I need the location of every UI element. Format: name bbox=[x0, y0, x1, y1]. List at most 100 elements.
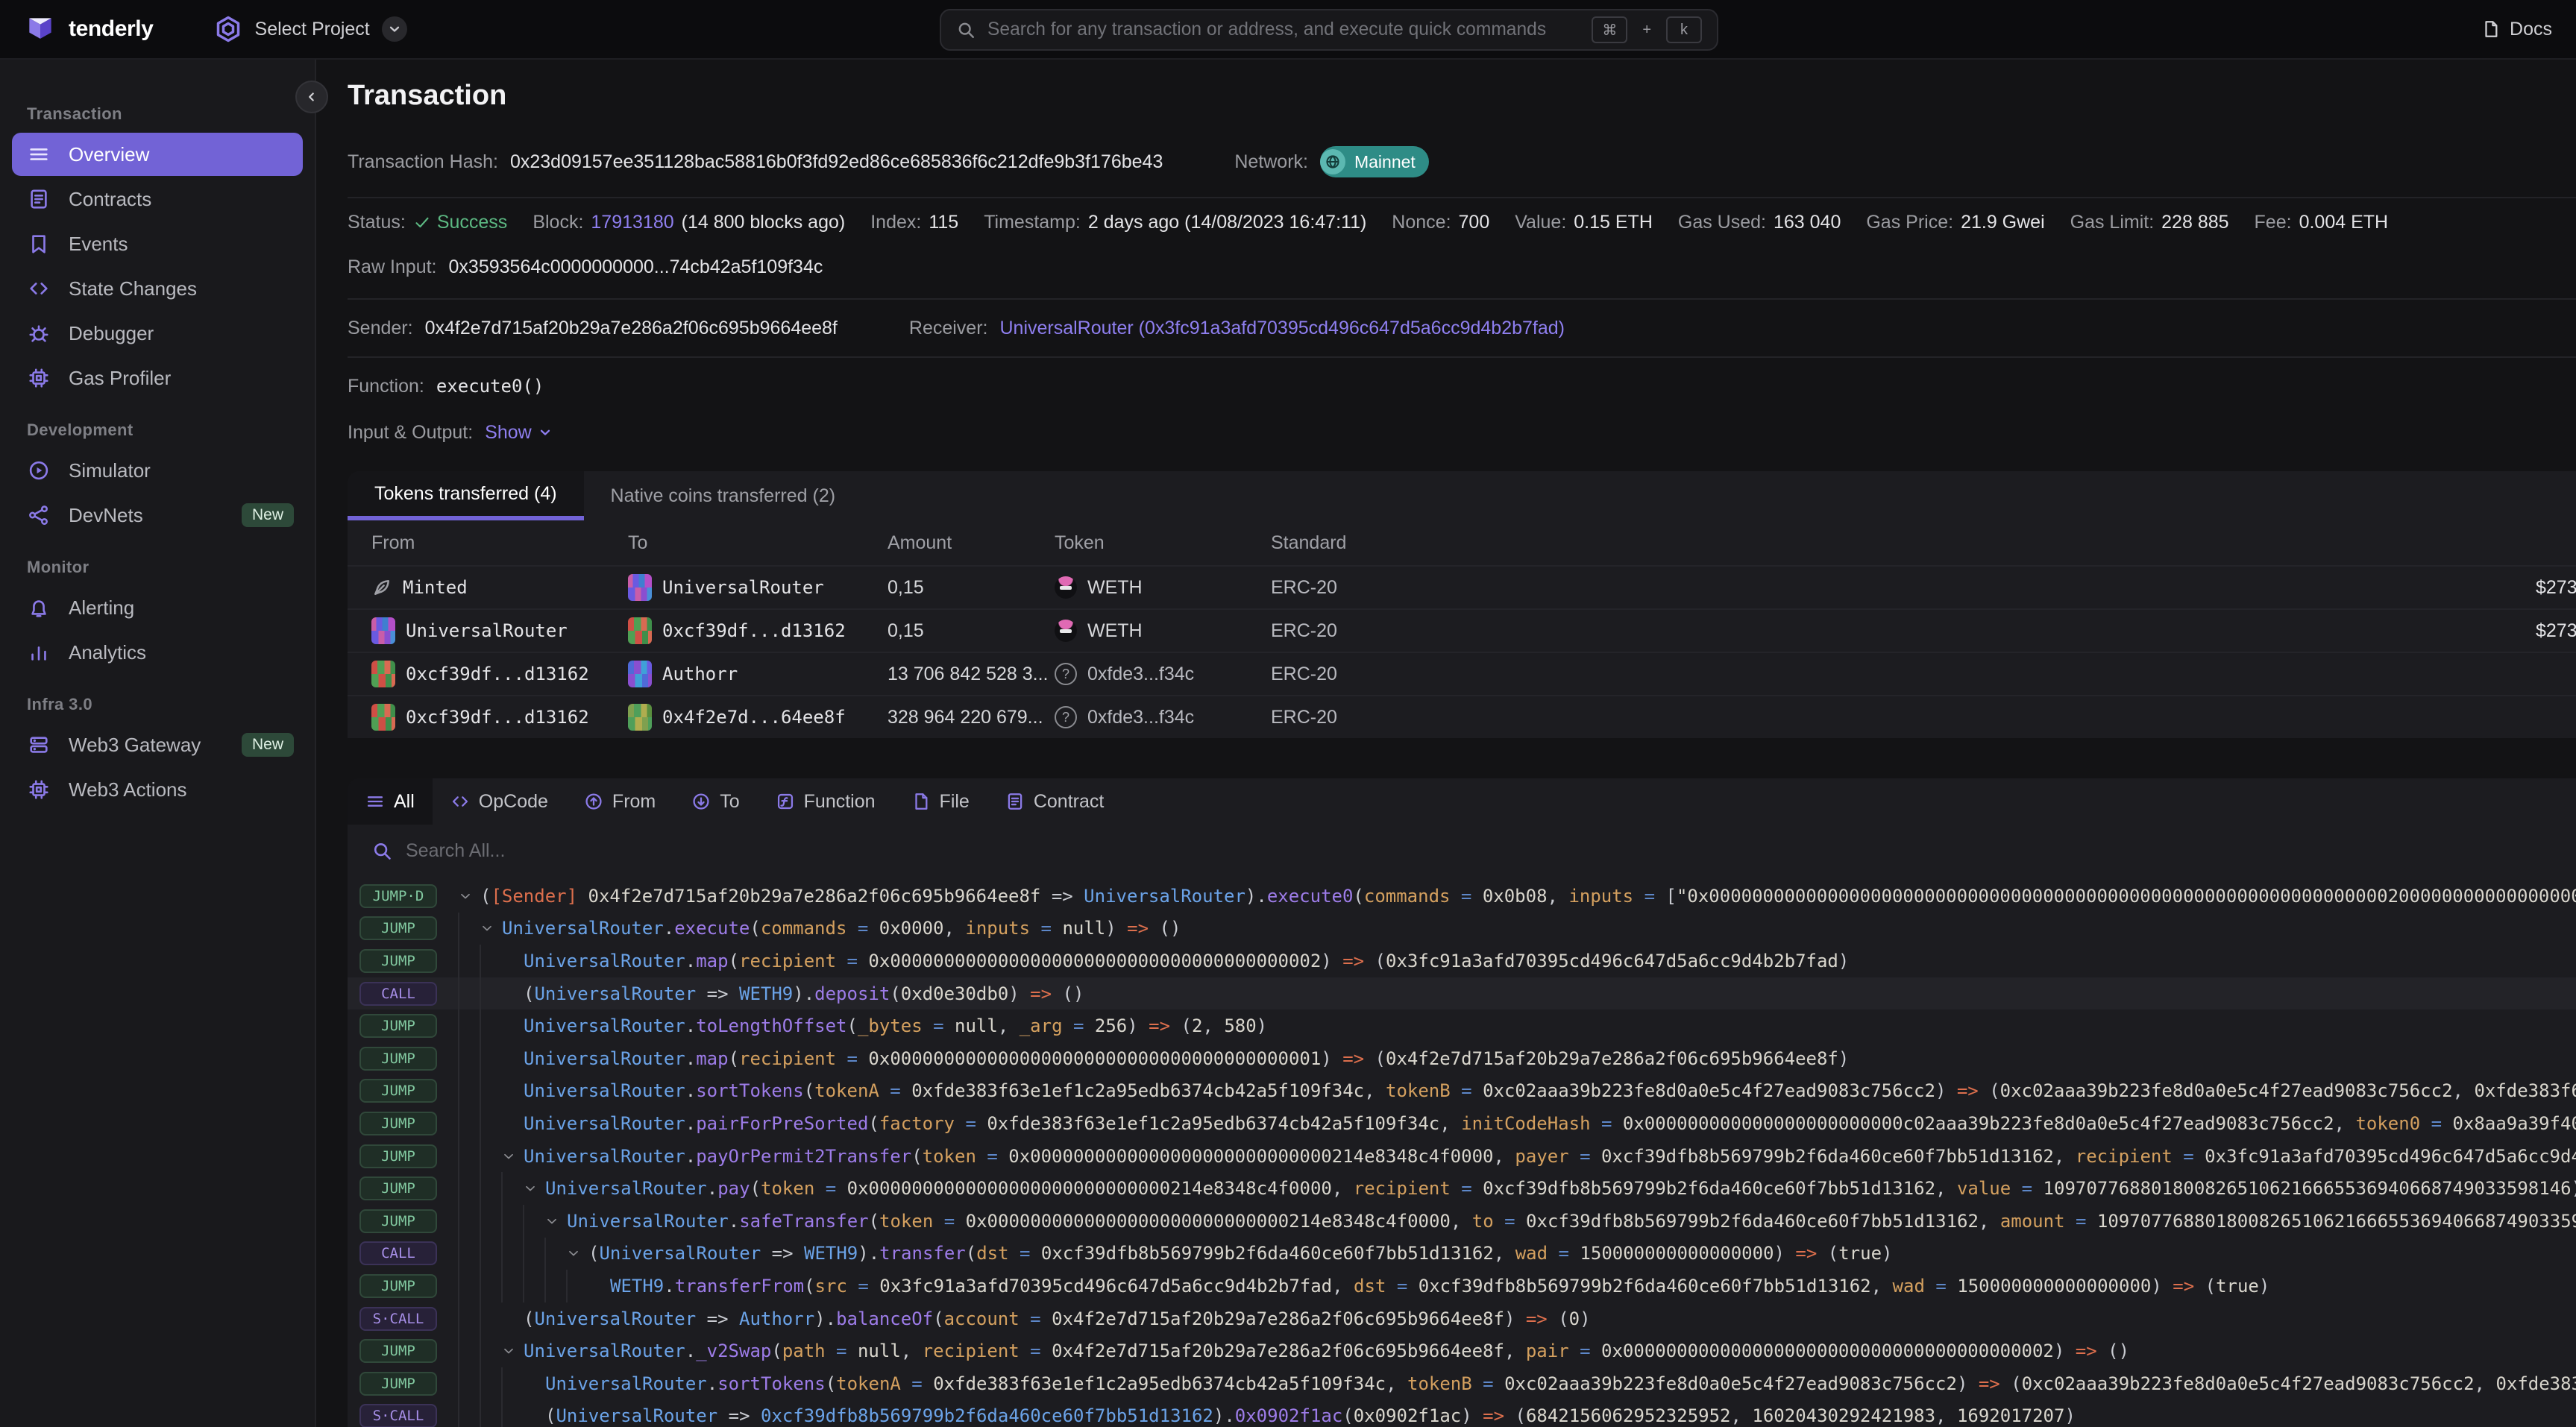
trace-line[interactable]: JUMPUniversalRouter._v2Swap(path = null,… bbox=[348, 1335, 2576, 1367]
docs-link[interactable]: Docs bbox=[2481, 19, 2552, 40]
trace-line[interactable]: JUMPUniversalRouter.pay(token = 0x000000… bbox=[348, 1172, 2576, 1205]
new-badge: New bbox=[242, 733, 294, 757]
chevron-down-icon[interactable] bbox=[523, 1181, 545, 1196]
top-bar: tenderly Select Project Search for any t… bbox=[0, 0, 2576, 60]
receiver-label: Receiver: bbox=[909, 315, 988, 341]
trace-line[interactable]: JUMPUniversalRouter.toLengthOffset(_byte… bbox=[348, 1009, 2576, 1042]
trace-tab-function[interactable]: Function bbox=[758, 778, 893, 825]
trace-filter-tabs: AllOpCodeFromToFunctionFileContract Full… bbox=[348, 778, 2576, 825]
sidebar-item-web3-actions[interactable]: Web3 Actions bbox=[12, 768, 303, 811]
trace-line[interactable]: JUMPUniversalRouter.sortTokens(tokenA = … bbox=[348, 1367, 2576, 1400]
trace-tab-to[interactable]: To bbox=[673, 778, 757, 825]
status-item: Fee:0.004 ETH bbox=[2255, 209, 2389, 236]
sidebar-item-overview[interactable]: Overview bbox=[12, 133, 303, 176]
trace-line[interactable]: CALL(UniversalRouter => WETH9).deposit(0… bbox=[348, 977, 2576, 1010]
contract-icon bbox=[1005, 792, 1025, 811]
standard-cell: ERC-20 bbox=[1271, 620, 2536, 642]
opcode-badge: JUMP bbox=[359, 949, 437, 973]
trace-tab-all[interactable]: All bbox=[348, 778, 433, 825]
weth-token-icon bbox=[1055, 576, 1077, 599]
chevron-down-icon[interactable] bbox=[501, 1149, 524, 1164]
chevron-down-icon[interactable] bbox=[501, 1343, 524, 1358]
divider bbox=[348, 197, 2576, 198]
network-badge[interactable]: Mainnet bbox=[1320, 146, 1429, 177]
trace-tab-file[interactable]: File bbox=[893, 778, 987, 825]
code-icon bbox=[27, 277, 51, 300]
token-cell: ?0xfde3...f34c bbox=[1055, 663, 1271, 685]
chevron-down-icon[interactable] bbox=[544, 1214, 567, 1229]
trace-line[interactable]: JUMP·D([Sender] 0x4f2e7d715af20b29a7e286… bbox=[348, 880, 2576, 913]
trace-line[interactable]: JUMPUniversalRouter.sortTokens(tokenA = … bbox=[348, 1075, 2576, 1108]
global-search-input[interactable]: Search for any transaction or address, a… bbox=[940, 9, 1718, 51]
amount-cell: 13 706 842 528 3... bbox=[888, 664, 1055, 685]
sidebar-item-label: DevNets bbox=[69, 504, 143, 527]
trace-line[interactable]: JUMPWETH9.transferFrom(src = 0x3fc91a3af… bbox=[348, 1270, 2576, 1302]
trace-lines: JUMP·D([Sender] 0x4f2e7d715af20b29a7e286… bbox=[348, 877, 2576, 1427]
opcode-badge: JUMP bbox=[359, 1339, 437, 1363]
receiver-link[interactable]: UniversalRouter (0x3fc91a3afd70395cd496c… bbox=[999, 315, 1565, 341]
sidebar-item-contracts[interactable]: Contracts bbox=[12, 177, 303, 221]
status-item: Index:115 bbox=[870, 209, 958, 236]
token-table-header: FromToAmountTokenStandard bbox=[348, 520, 2576, 565]
chevron-down-icon[interactable] bbox=[382, 16, 407, 42]
sidebar-item-debugger[interactable]: Debugger bbox=[12, 312, 303, 355]
opcode-badge: JUMP bbox=[359, 1014, 437, 1038]
sidebar-item-events[interactable]: Events bbox=[12, 222, 303, 265]
trace-code: (UniversalRouter => 0xcf39dfb8b569799b2f… bbox=[545, 1405, 2076, 1426]
trace-tab-opcode[interactable]: OpCode bbox=[433, 778, 566, 825]
sender-label: Sender: bbox=[348, 315, 413, 341]
sidebar-item-analytics[interactable]: Analytics bbox=[12, 631, 303, 674]
brand[interactable]: tenderly bbox=[24, 13, 154, 45]
unknown-token-icon: ? bbox=[1055, 663, 1077, 685]
sender-address[interactable]: 0x4f2e7d715af20b29a7e286a2f06c695b9664ee… bbox=[425, 315, 838, 341]
trace-line[interactable]: S·CALL (UniversalRouter => 0xcf39dfb8b569… bbox=[348, 1400, 2576, 1427]
trace-line[interactable]: JUMPUniversalRouter.safeTransfer(token =… bbox=[348, 1205, 2576, 1238]
show-input-output-link[interactable]: Show bbox=[485, 419, 553, 446]
raw-input-value[interactable]: 0x3593564c0000000000...74cb42a5f109f34c bbox=[449, 253, 823, 280]
trace-line[interactable]: S·CALL(UniversalRouter => Authorr).balan… bbox=[348, 1302, 2576, 1335]
opcode-badge: CALL bbox=[359, 1241, 437, 1265]
tab-native-coins-transferred-2[interactable]: Native coins transferred (2) bbox=[584, 471, 863, 520]
trace-line[interactable]: JUMPUniversalRouter.payOrPermit2Transfer… bbox=[348, 1140, 2576, 1173]
tab-tokens-transferred-4[interactable]: Tokens transferred (4) bbox=[348, 471, 584, 520]
raw-input-row: Raw Input: 0x3593564c0000000000...74cb42… bbox=[348, 253, 2576, 280]
search-icon bbox=[956, 20, 976, 40]
chevron-down-icon[interactable] bbox=[566, 1246, 588, 1261]
chevron-down-icon[interactable] bbox=[480, 921, 502, 936]
sidebar-collapse-button[interactable] bbox=[295, 81, 328, 113]
chevron-down-icon[interactable] bbox=[458, 889, 480, 904]
tenderly-app: tenderly Select Project Search for any t… bbox=[0, 0, 2576, 1427]
trace-line[interactable]: JUMPUniversalRouter.execute(commands = 0… bbox=[348, 913, 2576, 945]
token-transfer-row[interactable]: 0xcf39df...d13162Authorr13 706 842 528 3… bbox=[348, 652, 2576, 695]
sidebar-item-simulator[interactable]: Simulator bbox=[12, 449, 303, 492]
trace-line[interactable]: JUMPUniversalRouter.pairForPreSorted(fac… bbox=[348, 1107, 2576, 1140]
code-icon bbox=[450, 792, 470, 811]
server-icon bbox=[27, 733, 51, 757]
status-item: Value:0.15 ETH bbox=[1515, 209, 1653, 236]
token-transfer-row[interactable]: MintedUniversalRouter0,15WETHERC-20$273 bbox=[348, 565, 2576, 608]
sidebar-item-state-changes[interactable]: State Changes bbox=[12, 267, 303, 310]
trace-line[interactable]: JUMPUniversalRouter.map(recipient = 0x00… bbox=[348, 945, 2576, 977]
project-selector[interactable]: Select Project bbox=[213, 14, 407, 44]
sidebar-item-web3-gateway[interactable]: Web3 GatewayNew bbox=[12, 723, 303, 766]
shortcut-cmd-key: ⌘ bbox=[1592, 16, 1627, 43]
column-header: Token bbox=[1055, 532, 1271, 554]
trace-line[interactable]: CALL(UniversalRouter => WETH9).transfer(… bbox=[348, 1238, 2576, 1270]
token-transfer-row[interactable]: 0xcf39df...d131620x4f2e7d...64ee8f328 96… bbox=[348, 695, 2576, 738]
tokens-tabs-row: Tokens transferred (4)Native coins trans… bbox=[348, 471, 2576, 520]
trace-tab-from[interactable]: From bbox=[566, 778, 673, 825]
sidebar-item-devnets[interactable]: DevNetsNew bbox=[12, 494, 303, 537]
input-output-row: Input & Output: Show bbox=[348, 419, 2576, 446]
trace-line[interactable]: JUMPUniversalRouter.map(recipient = 0x00… bbox=[348, 1042, 2576, 1075]
token-transfer-row[interactable]: UniversalRouter0xcf39df...d131620,15WETH… bbox=[348, 608, 2576, 652]
trace-search-input[interactable]: Search All... bbox=[348, 825, 2576, 877]
sidebar-item-gas-profiler[interactable]: Gas Profiler bbox=[12, 356, 303, 400]
opcode-badge: S·CALL bbox=[359, 1404, 437, 1427]
block-number-link[interactable]: 17913180 bbox=[591, 209, 673, 236]
trace-tab-contract[interactable]: Contract bbox=[987, 778, 1122, 825]
sidebar-item-alerting[interactable]: Alerting bbox=[12, 586, 303, 629]
tenderly-logo-icon bbox=[24, 13, 57, 45]
trace-code: UniversalRouter.safeTransfer(token = 0x0… bbox=[567, 1211, 2576, 1232]
trace-code: UniversalRouter.sortTokens(tokenA = 0xfd… bbox=[524, 1080, 2576, 1101]
opcode-badge: JUMP bbox=[359, 916, 437, 940]
